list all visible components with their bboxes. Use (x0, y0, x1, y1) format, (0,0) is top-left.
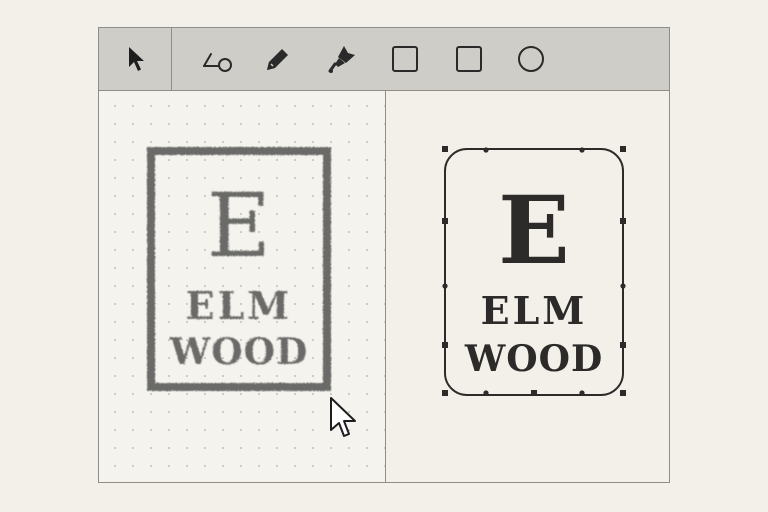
vector-canvas[interactable]: E ELM WOOD (386, 91, 669, 482)
vector-logo-letter: E (498, 176, 570, 286)
rounded-rectangle-tool-button[interactable] (452, 42, 486, 76)
resize-handle-right-lower[interactable] (620, 342, 626, 348)
vector-logo-line1: ELM (481, 288, 588, 333)
pencil-icon (267, 49, 288, 70)
anchor-point[interactable] (483, 390, 489, 396)
rectangle-tool-button[interactable] (388, 42, 422, 76)
anchor-point[interactable] (483, 147, 489, 153)
arrow-pointer-icon (129, 47, 144, 71)
square-icon (456, 46, 482, 72)
resize-handle-top-left[interactable] (442, 146, 448, 152)
resize-handle-top-right[interactable] (620, 146, 626, 152)
raster-logo-line2: WOOD (169, 331, 308, 373)
resize-handle-bottom-left[interactable] (442, 390, 448, 396)
select-tool-button[interactable] (119, 42, 153, 76)
resize-handle-bottom-middle[interactable] (531, 390, 537, 396)
mouse-cursor-icon (330, 397, 356, 437)
vector-logo-line2: WOOD (464, 338, 603, 380)
anchor-point[interactable] (442, 283, 448, 289)
raster-logo-letter: E (207, 174, 271, 277)
pencil-tool-button[interactable] (261, 42, 295, 76)
raster-logo-image[interactable]: E ELM WOOD (146, 146, 332, 392)
toolbar (99, 28, 669, 91)
vector-logo-selection[interactable]: E ELM WOOD (442, 146, 626, 396)
resize-handle-right-upper[interactable] (620, 218, 626, 224)
square-icon (392, 46, 418, 72)
editor-window: E ELM WOOD E ELM WOOD (98, 27, 670, 483)
anchor-point[interactable] (620, 283, 626, 289)
circle-icon (518, 46, 544, 72)
raster-logo-line1: ELM (186, 283, 293, 328)
resize-handle-left-lower[interactable] (442, 342, 448, 348)
node-path-icon (203, 53, 232, 72)
resize-handle-bottom-right[interactable] (620, 390, 626, 396)
resize-handle-left-upper[interactable] (442, 218, 448, 224)
raster-canvas[interactable]: E ELM WOOD (99, 91, 386, 482)
node-tool-button[interactable] (201, 42, 235, 76)
toolbar-divider (171, 28, 172, 90)
pen-nib-icon (328, 46, 355, 73)
anchor-point[interactable] (579, 147, 585, 153)
pen-tool-button[interactable] (325, 42, 359, 76)
ellipse-tool-button[interactable] (514, 42, 548, 76)
anchor-point[interactable] (579, 390, 585, 396)
